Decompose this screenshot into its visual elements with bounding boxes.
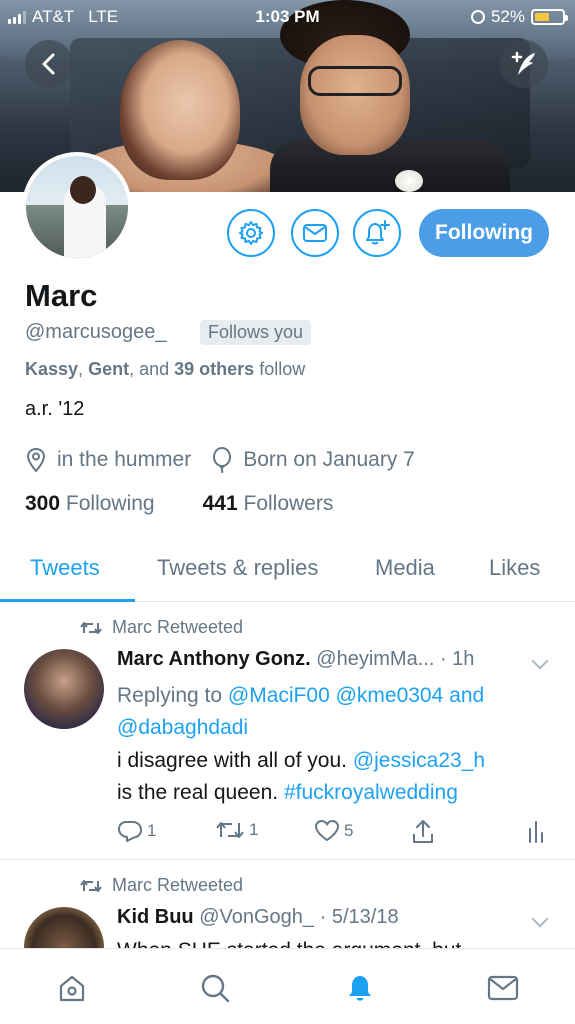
alarm-icon (470, 10, 485, 24)
mail-icon (303, 224, 327, 242)
compose-icon (511, 51, 535, 75)
profile-tabs: Tweets Tweets & replies Media Likes (0, 545, 575, 602)
status-bar: AT&T LTE 1:03 PM 52% (0, 0, 575, 34)
retweet-button[interactable]: 1 (215, 819, 258, 841)
tab-media[interactable]: Media (375, 555, 435, 581)
following-button[interactable]: Following (419, 209, 549, 257)
retweet-icon (80, 879, 102, 892)
battery-percent: 52% (490, 7, 525, 26)
nav-home[interactable] (55, 971, 89, 1005)
heart-icon (315, 820, 339, 841)
balloon-icon (213, 447, 232, 473)
tweet-text: When SHE started the argument, but (117, 935, 557, 949)
following-count[interactable]: 300 Following (25, 492, 155, 516)
profile-avatar[interactable] (22, 152, 132, 262)
tab-tweets-replies[interactable]: Tweets & replies (157, 555, 318, 581)
mention-link[interactable]: @jessica23_h (353, 749, 485, 772)
tweet-author-avatar[interactable] (24, 649, 104, 729)
tweet-text: i disagree with all of you. @jessica23_h… (117, 749, 486, 804)
home-icon (59, 975, 85, 1002)
retweet-context: Marc Retweeted (80, 617, 243, 638)
mail-icon (487, 975, 519, 1001)
retweet-context: Marc Retweeted (80, 875, 243, 896)
tweet[interactable]: Marc Retweeted Kid Buu @VonGogh_ · 5/13/… (0, 861, 575, 949)
tweet-time: · 5/13/18 (319, 906, 399, 928)
location-pin-icon (26, 447, 46, 473)
search-icon (201, 974, 230, 1003)
mention-link[interactable]: @dabaghdadi (117, 716, 248, 739)
analytics-icon (529, 821, 543, 843)
back-button[interactable] (25, 40, 73, 88)
follower-name: Gent (88, 359, 130, 379)
notifications-toggle-button[interactable] (353, 209, 401, 257)
tweet-header: Marc Anthony Gonz. @heyimMa... · 1h (117, 648, 557, 671)
tweet-author-handle: @heyimMa... (316, 648, 435, 670)
nav-notifications[interactable] (343, 971, 377, 1005)
bell-plus-icon (366, 220, 390, 245)
others-count: 39 others (174, 359, 255, 379)
share-button[interactable] (411, 819, 435, 845)
reply-icon (118, 821, 142, 842)
tab-likes[interactable]: Likes (489, 555, 540, 581)
retweet-icon (216, 822, 244, 838)
profile-bio: a.r. '12 (25, 398, 85, 420)
analytics-button[interactable] (527, 819, 545, 843)
compose-button[interactable] (500, 40, 548, 88)
share-icon (413, 820, 433, 843)
tweet-author-avatar[interactable] (24, 907, 104, 949)
profile-meta: in the hummer Born on January 7 (25, 447, 415, 473)
followed-by-text[interactable]: Kassy, Gent, and 39 others follow (25, 359, 305, 380)
nav-search[interactable] (198, 971, 232, 1005)
like-button[interactable]: 5 (314, 819, 353, 843)
hashtag-link[interactable]: #fuckroyalwedding (284, 781, 458, 804)
settings-button[interactable] (227, 209, 275, 257)
profile-name: Marc (25, 278, 98, 313)
bell-icon (349, 976, 371, 1001)
tweet[interactable]: Marc Retweeted Marc Anthony Gonz. @heyim… (0, 603, 575, 860)
tweet-header: Kid Buu @VonGogh_ · 5/13/18 (117, 906, 557, 929)
profile-birthday: Born on January 7 (243, 448, 415, 471)
profile-location: in the hummer (57, 448, 192, 471)
followers-count[interactable]: 441 Followers (203, 492, 334, 516)
back-icon (42, 53, 55, 75)
tab-tweets[interactable]: Tweets (30, 555, 100, 581)
replying-to: Replying to @MaciF00 @kme0304 and @dabag… (117, 684, 485, 739)
tweet-author-name[interactable]: Kid Buu (117, 906, 194, 928)
tweet-author-name[interactable]: Marc Anthony Gonz. (117, 648, 311, 670)
follow-counts: 300 Following 441 Followers (25, 492, 333, 516)
follows-you-badge: Follows you (200, 320, 312, 345)
active-tab-indicator (0, 599, 135, 602)
nav-messages[interactable] (486, 971, 520, 1005)
battery-icon (531, 9, 568, 25)
tweet-time: · 1h (439, 648, 475, 670)
gear-icon (239, 221, 263, 245)
tweet-author-handle: @VonGogh_ (199, 906, 315, 928)
reply-button[interactable]: 1 (117, 819, 156, 843)
bottom-tab-bar (0, 948, 575, 1024)
follower-name: Kassy (25, 359, 79, 379)
mention-link[interactable]: @MaciF00 @kme0304 (228, 684, 443, 707)
tweet-actions: 1 1 5 (117, 819, 547, 849)
profile-handle: @marcusogee_ (25, 321, 167, 343)
retweet-icon (80, 621, 102, 634)
message-button[interactable] (291, 209, 339, 257)
